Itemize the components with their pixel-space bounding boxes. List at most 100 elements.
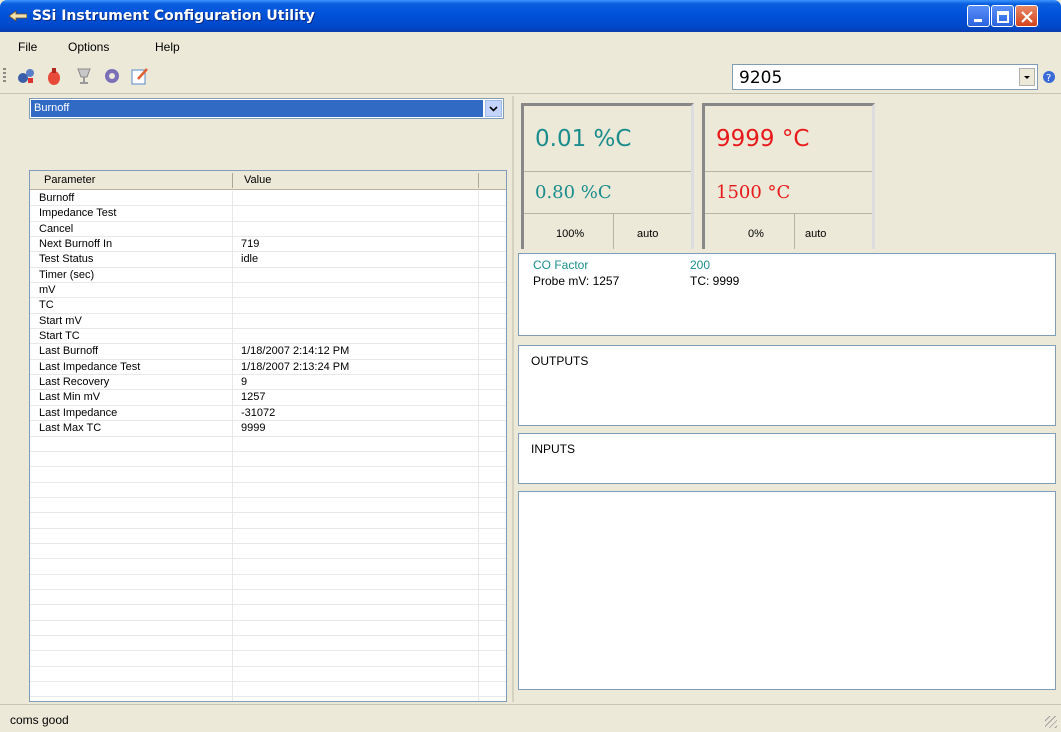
value-cell[interactable]: 9 bbox=[241, 375, 247, 389]
header-divider[interactable] bbox=[232, 173, 233, 188]
parameter-cell: Last Impedance Test bbox=[39, 360, 141, 373]
table-row[interactable]: Start TC bbox=[30, 329, 506, 345]
value-cell[interactable]: 1/18/2007 2:14:12 PM bbox=[241, 344, 349, 358]
cup-icon[interactable] bbox=[74, 66, 94, 86]
header-parameter[interactable]: Parameter bbox=[44, 174, 95, 186]
table-row[interactable] bbox=[30, 467, 506, 483]
minimize-button[interactable] bbox=[967, 5, 990, 27]
carbon-pv: 0.01 %C bbox=[535, 126, 632, 152]
carbon-mode-cell[interactable]: auto bbox=[615, 214, 691, 249]
table-row[interactable]: Cancel bbox=[30, 222, 506, 238]
table-row[interactable]: Impedance Test bbox=[30, 206, 506, 222]
table-row[interactable] bbox=[30, 667, 506, 682]
co-factor-label[interactable]: CO Factor bbox=[533, 258, 588, 272]
value-cell[interactable]: idle bbox=[241, 252, 258, 266]
grid-body: Burnoff Impedance Test Cancel Next Burnoff … bbox=[30, 191, 506, 698]
table-row[interactable] bbox=[30, 452, 506, 468]
edit-icon[interactable] bbox=[130, 66, 150, 86]
table-row[interactable]: mV bbox=[30, 283, 506, 299]
table-row[interactable] bbox=[30, 575, 506, 590]
table-row[interactable]: Start mV bbox=[30, 314, 506, 330]
burnoff-icon[interactable] bbox=[44, 66, 64, 86]
app-icon bbox=[9, 10, 27, 22]
table-row[interactable] bbox=[30, 590, 506, 606]
parameter-cell: Last Recovery bbox=[39, 376, 110, 389]
table-row[interactable]: Next Burnoff In 719 bbox=[30, 237, 506, 253]
table-row[interactable] bbox=[30, 636, 506, 652]
temp-mode-cell[interactable]: auto bbox=[796, 214, 872, 249]
value-cell[interactable]: 1257 bbox=[241, 390, 265, 404]
parameter-cell: Impedance Test bbox=[39, 207, 117, 220]
menu-file[interactable]: File bbox=[18, 40, 37, 54]
outputs-panel: OUTPUTS bbox=[518, 345, 1056, 426]
gear-icon[interactable] bbox=[102, 66, 122, 86]
carbon-mode: auto bbox=[637, 228, 659, 240]
chevron-down-icon bbox=[489, 106, 498, 112]
table-row[interactable]: Test Status idle bbox=[30, 252, 506, 268]
table-row[interactable]: TC bbox=[30, 298, 506, 314]
table-row[interactable]: Last Recovery 9 bbox=[30, 375, 506, 391]
value-cell[interactable]: -31072 bbox=[241, 406, 275, 420]
table-row[interactable] bbox=[30, 529, 506, 544]
table-row[interactable] bbox=[30, 483, 506, 498]
temp-pv: 9999 °C bbox=[716, 126, 810, 152]
temp-output-cell: 0% bbox=[705, 214, 795, 249]
co-factor-value[interactable]: 200 bbox=[690, 258, 710, 272]
combo-dropdown-button[interactable] bbox=[1019, 68, 1035, 86]
table-row[interactable] bbox=[30, 682, 506, 698]
parameter-cell: Cancel bbox=[39, 222, 74, 235]
temp-sp-cell[interactable]: 1500 °C bbox=[705, 172, 872, 214]
view-select[interactable]: Burnoff bbox=[29, 98, 504, 119]
table-row[interactable] bbox=[30, 621, 506, 636]
panel-splitter[interactable] bbox=[512, 96, 514, 702]
menu-help[interactable]: Help bbox=[155, 40, 180, 54]
temp-pv-cell: 9999 °C bbox=[705, 106, 872, 172]
parameter-cell: Timer (sec) bbox=[39, 268, 95, 281]
probe-mv: Probe mV: 1257 bbox=[533, 274, 620, 288]
close-button[interactable] bbox=[1015, 5, 1038, 27]
table-row[interactable] bbox=[30, 559, 506, 575]
table-row[interactable] bbox=[30, 605, 506, 621]
parameter-cell: Start mV bbox=[39, 314, 82, 327]
table-row[interactable]: Burnoff bbox=[30, 191, 506, 207]
parameter-cell: Last Min mV bbox=[39, 391, 101, 404]
connect-icon[interactable] bbox=[16, 66, 36, 86]
table-row[interactable]: Last Max TC 9999 bbox=[30, 421, 506, 437]
value-cell[interactable]: 9999 bbox=[241, 421, 265, 435]
header-value[interactable]: Value bbox=[244, 174, 271, 186]
table-row[interactable] bbox=[30, 513, 506, 529]
carbon-sp-cell[interactable]: 0.80 %C bbox=[524, 172, 691, 214]
parameter-cell: Last Burnoff bbox=[39, 345, 99, 358]
inputs-label: INPUTS bbox=[531, 442, 576, 456]
parameter-cell: Start TC bbox=[39, 330, 80, 343]
table-row[interactable] bbox=[30, 437, 506, 452]
resize-grip[interactable] bbox=[1045, 716, 1057, 728]
help-icon[interactable]: ? bbox=[1041, 68, 1057, 86]
status-bar: coms good bbox=[0, 704, 1061, 732]
toolbar-grip[interactable] bbox=[3, 68, 6, 84]
title-bar[interactable]: SSi Instrument Configuration Utility bbox=[0, 0, 1061, 32]
table-row[interactable]: Last Burnoff 1/18/2007 2:14:12 PM bbox=[30, 344, 506, 360]
parameter-grid[interactable]: Parameter Value Burnoff Impedance Test Can… bbox=[29, 170, 507, 702]
table-row[interactable]: Last Impedance -31072 bbox=[30, 406, 506, 422]
table-row[interactable] bbox=[30, 498, 506, 514]
table-row[interactable]: Timer (sec) bbox=[30, 268, 506, 284]
instrument-value: 9205 bbox=[739, 68, 783, 88]
minimize-icon bbox=[974, 19, 982, 22]
grid-header: Parameter Value bbox=[30, 171, 506, 190]
header-divider[interactable] bbox=[478, 173, 479, 188]
table-row[interactable] bbox=[30, 544, 506, 560]
instrument-combo[interactable]: 9205 bbox=[732, 64, 1038, 90]
value-cell[interactable]: 719 bbox=[241, 237, 259, 251]
table-row[interactable] bbox=[30, 651, 506, 667]
table-row[interactable]: Last Min mV 1257 bbox=[30, 390, 506, 406]
menu-options[interactable]: Options bbox=[68, 40, 109, 54]
view-select-dropdown[interactable] bbox=[485, 100, 502, 117]
maximize-icon bbox=[997, 11, 1009, 23]
table-row[interactable]: Last Impedance Test 1/18/2007 2:13:24 PM bbox=[30, 360, 506, 376]
outputs-label: OUTPUTS bbox=[531, 354, 589, 368]
value-cell[interactable]: 1/18/2007 2:13:24 PM bbox=[241, 360, 349, 374]
maximize-button[interactable] bbox=[991, 5, 1014, 27]
view-select-value: Burnoff bbox=[31, 100, 483, 117]
parameter-cell: Burnoff bbox=[39, 192, 75, 204]
